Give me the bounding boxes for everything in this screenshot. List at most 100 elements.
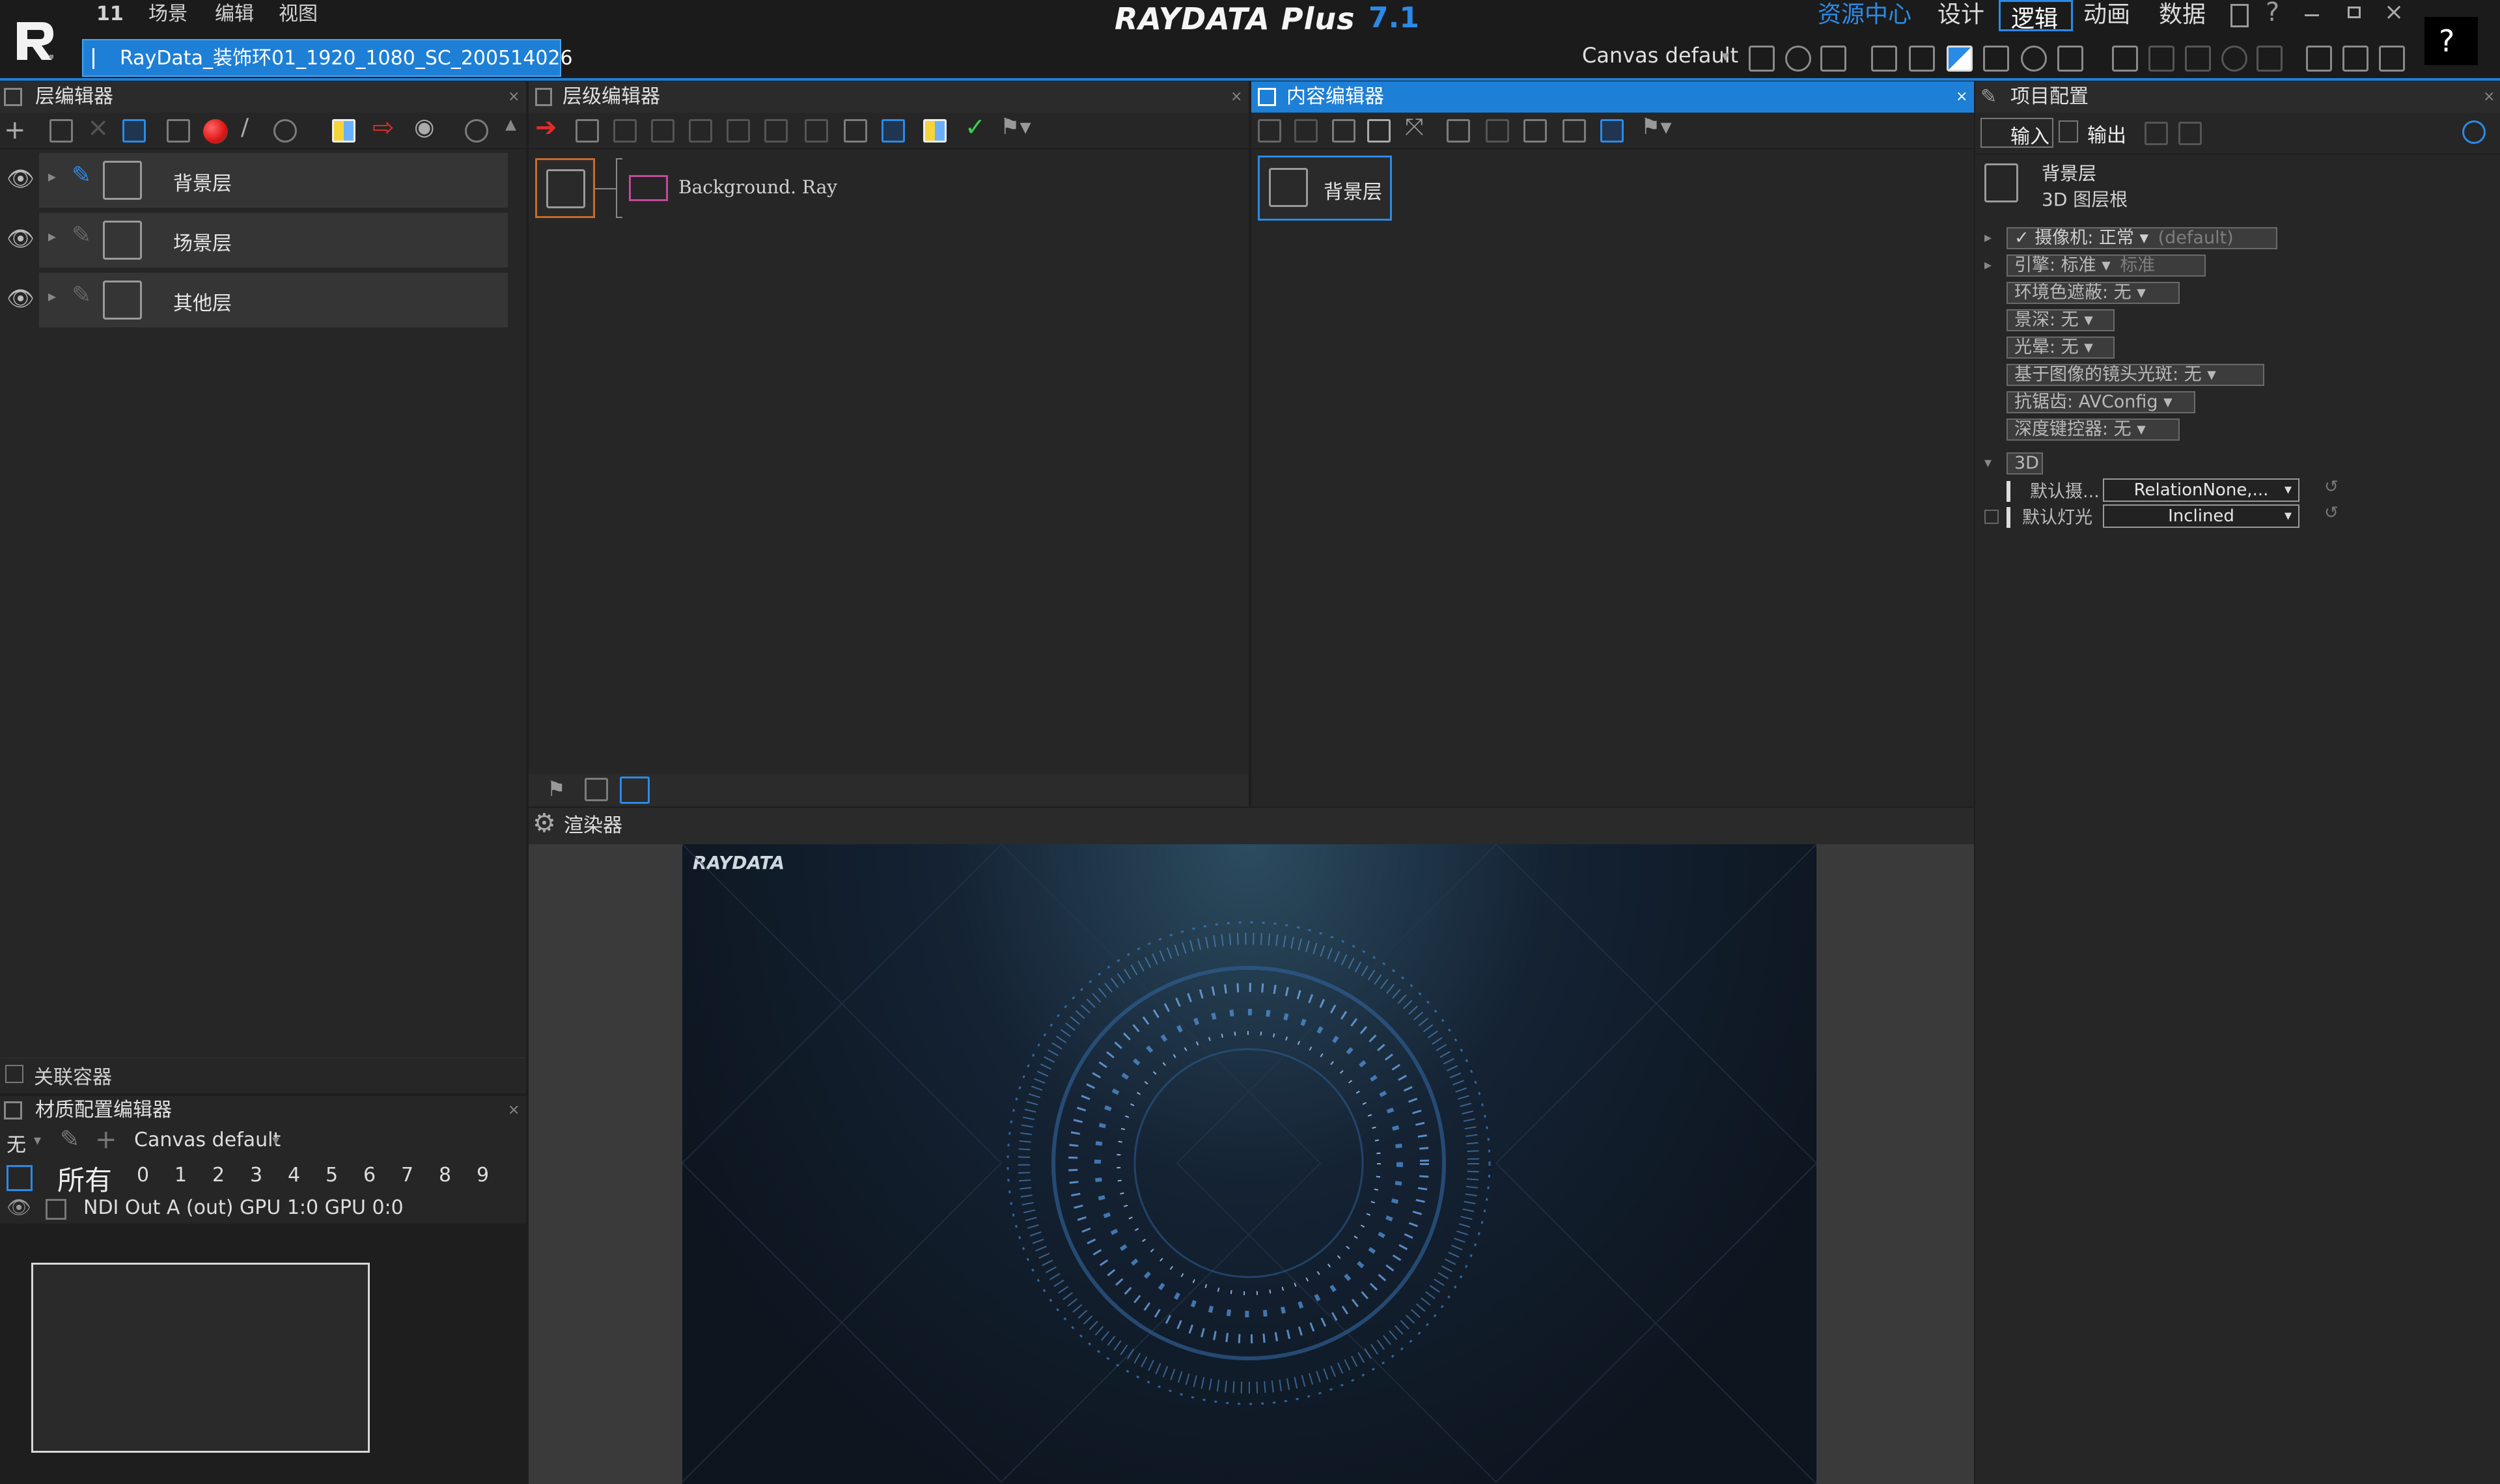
angle-icon[interactable]: [2148, 46, 2174, 72]
check-icon[interactable]: ✓: [965, 113, 986, 141]
snapshot-icon[interactable]: [2379, 46, 2405, 72]
grid-view-icon[interactable]: [1447, 119, 1470, 143]
prop-depth-of-field[interactable]: 景深: 无 ▾: [2007, 309, 2115, 331]
lock-icon[interactable]: [805, 119, 828, 143]
tab-animation[interactable]: 动画: [2083, 0, 2130, 31]
output-row[interactable]: 👁 NDI Out A (out) GPU 1:0 GPU 0:0: [0, 1195, 526, 1224]
filter-icon[interactable]: [2057, 46, 2083, 72]
rotate-icon[interactable]: [2221, 46, 2247, 72]
gradient-icon[interactable]: [1947, 46, 1973, 72]
brush-icon[interactable]: /: [241, 114, 249, 141]
default-light-checkbox[interactable]: [1984, 510, 1999, 524]
channel-item[interactable]: 5: [326, 1164, 363, 1190]
comment-icon[interactable]: [844, 119, 867, 143]
prop-bloom[interactable]: 光晕: 无 ▾: [2007, 337, 2115, 359]
render-viewport[interactable]: RAYDATA: [682, 844, 1816, 1484]
layer-row[interactable]: ▸ ✎ 其他层: [39, 273, 508, 327]
panel-close-icon[interactable]: ×: [508, 81, 520, 113]
layers-icon[interactable]: [585, 778, 608, 801]
tab-output[interactable]: 输出: [2059, 118, 2132, 148]
resource-center-link[interactable]: 资源中心: [1818, 0, 1911, 31]
channel-item[interactable]: 2: [212, 1164, 250, 1190]
arrow-right-icon[interactable]: ➔: [535, 113, 557, 143]
move-icon[interactable]: [2185, 46, 2211, 72]
panel-close-icon[interactable]: ×: [508, 1095, 520, 1126]
panel-close-icon[interactable]: ×: [2483, 81, 2495, 113]
lock-icon[interactable]: [1486, 119, 1509, 143]
maximize-icon[interactable]: [2348, 7, 2361, 18]
tree-icon[interactable]: [764, 119, 788, 143]
expand-icon[interactable]: ▸: [1984, 257, 1992, 273]
export-icon[interactable]: [1294, 119, 1318, 143]
linked-container-row[interactable]: 关联容器: [0, 1058, 526, 1089]
bookmark-icon[interactable]: ⚑: [547, 776, 566, 801]
tab-logic[interactable]: 逻辑: [1999, 0, 2073, 33]
pencil-icon[interactable]: ✎: [72, 162, 91, 189]
eye-icon[interactable]: 👁: [7, 166, 35, 192]
eye-icon[interactable]: 👁: [7, 286, 35, 312]
import-icon[interactable]: [576, 119, 599, 143]
move-icon[interactable]: +: [95, 1125, 117, 1155]
all-channels-label[interactable]: 所有: [57, 1159, 112, 1198]
arrow-right-icon[interactable]: ⇨: [372, 113, 395, 143]
prop-camera[interactable]: ✓ 摄像机: 正常 ▾ (default): [2007, 227, 2277, 249]
document-icon[interactable]: [2230, 4, 2249, 27]
pencil-icon[interactable]: ✎: [72, 282, 91, 309]
link-icon[interactable]: [651, 119, 674, 143]
prop-depth-keyer[interactable]: 深度键控器: 无 ▾: [2007, 419, 2180, 441]
visibility-icon[interactable]: ◉: [414, 114, 434, 141]
import-icon[interactable]: [1258, 119, 1281, 143]
pencil-icon[interactable]: ✎: [72, 222, 91, 249]
collapse-icon[interactable]: ▾: [1984, 455, 1992, 471]
material-canvas-select[interactable]: Canvas default: [134, 1129, 281, 1151]
screen-icon[interactable]: [1600, 119, 1624, 143]
channel-item[interactable]: 3: [250, 1164, 288, 1190]
project-tab[interactable]: RayData_装饰环01_1920_1080_SC_200514026: [82, 39, 573, 77]
panel-close-icon[interactable]: ×: [1956, 81, 1967, 113]
none-select[interactable]: 无: [7, 1129, 26, 1157]
align-icon[interactable]: [1820, 46, 1846, 72]
tab-design[interactable]: 设计: [1938, 0, 1984, 31]
channel-item[interactable]: 7: [401, 1164, 439, 1190]
cube-icon[interactable]: [1909, 46, 1935, 72]
gear-icon[interactable]: ⚙: [533, 808, 556, 839]
hierarchy-root-node[interactable]: [535, 158, 595, 218]
expand-icon[interactable]: ▸: [48, 227, 56, 245]
prop-lens-flare[interactable]: 基于图像的镜头光斑: 无 ▾: [2007, 364, 2264, 386]
channel-item[interactable]: 6: [363, 1164, 401, 1190]
people-icon[interactable]: [1523, 119, 1547, 143]
close-icon[interactable]: ×: [2384, 0, 2404, 25]
layer-row[interactable]: ▸ ✎ 场景层: [39, 213, 508, 268]
channel-item[interactable]: 1: [174, 1164, 212, 1190]
focus-icon[interactable]: [620, 776, 650, 804]
export-icon[interactable]: [613, 119, 637, 143]
scale-icon[interactable]: [2257, 46, 2283, 72]
monitor-icon[interactable]: [2462, 120, 2486, 144]
palette-icon[interactable]: [923, 119, 947, 143]
camera-icon[interactable]: [2306, 46, 2332, 72]
prop-antialias[interactable]: 抗锯齿: AVConfig ▾: [2007, 391, 2195, 413]
default-light-select[interactable]: Inclined ▾: [2103, 504, 2299, 528]
expand-icon[interactable]: ▸: [48, 287, 56, 305]
menu-view[interactable]: 视图: [279, 0, 318, 29]
tab-input[interactable]: 输入: [1980, 118, 2053, 148]
lock-icon[interactable]: [167, 119, 190, 143]
edit-icon[interactable]: [122, 119, 146, 143]
pencil-icon[interactable]: ✎: [60, 1126, 79, 1153]
canvas-select[interactable]: Canvas default: [1582, 43, 1738, 68]
hierarchy-child-node[interactable]: Background. Ray: [626, 172, 952, 205]
channel-item[interactable]: 0: [137, 1164, 174, 1190]
menu-edit[interactable]: 编辑: [215, 0, 254, 29]
add-layer-icon[interactable]: +: [4, 115, 26, 145]
group-icon[interactable]: [727, 119, 750, 143]
layer-row[interactable]: ▸ ✎ 背景层: [39, 153, 508, 208]
reset-icon[interactable]: ↺: [2324, 503, 2339, 523]
user-avatar[interactable]: ?: [2424, 17, 2478, 65]
expand-all-icon[interactable]: ⤧: [1405, 114, 1424, 141]
scroll-up-icon[interactable]: ▲: [505, 117, 516, 133]
default-camera-select[interactable]: RelationNone,... ▾: [2103, 478, 2299, 502]
layout-icon[interactable]: [2178, 122, 2202, 145]
select-all-icon[interactable]: [7, 1165, 33, 1191]
channel-item[interactable]: 8: [439, 1164, 477, 1190]
copy-icon[interactable]: [49, 119, 73, 143]
